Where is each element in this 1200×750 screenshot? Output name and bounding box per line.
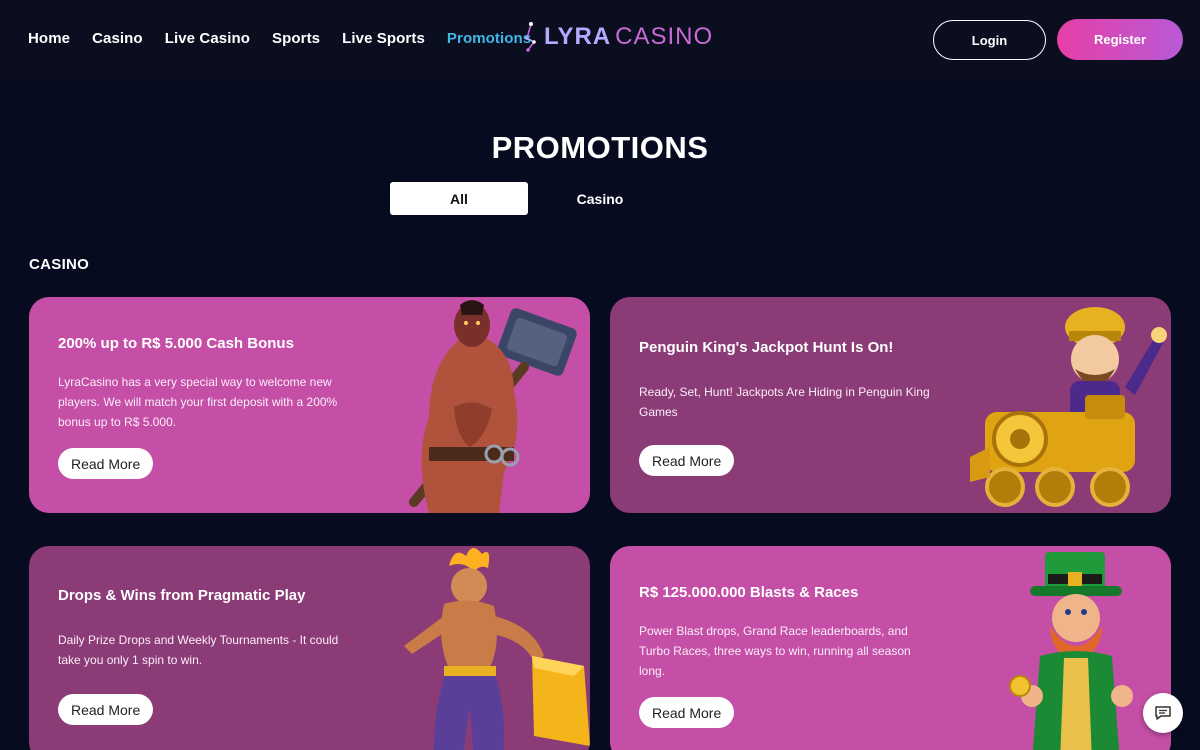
nav-live-casino[interactable]: Live Casino <box>165 30 250 47</box>
nav-sports[interactable]: Sports <box>272 30 320 47</box>
nav-casino[interactable]: Casino <box>92 30 143 47</box>
promo-card-title: 200% up to R$ 5.000 Cash Bonus <box>58 335 294 352</box>
promo-card-cash-bonus: 200% up to R$ 5.000 Cash Bonus LyraCasin… <box>29 297 590 513</box>
promo-card-description: Ready, Set, Hunt! Jackpots Are Hiding in… <box>639 385 930 419</box>
promo-card-description: Power Blast drops, Grand Race leaderboar… <box>639 624 911 678</box>
read-more-button[interactable]: Read More <box>639 445 735 476</box>
fire-genie-illustration <box>404 547 590 750</box>
read-more-button[interactable]: Read More <box>58 448 154 479</box>
promo-card-drops-wins: Drops & Wins from Pragmatic Play Daily P… <box>29 546 590 750</box>
site-logo[interactable]: LYRA CASINO <box>522 22 713 52</box>
read-more-button[interactable]: Read More <box>639 697 735 728</box>
promo-card-description: LyraCasino has a very special way to wel… <box>58 375 338 429</box>
login-button[interactable]: Login <box>933 20 1046 60</box>
tab-casino[interactable]: Casino <box>531 182 669 215</box>
section-heading-casino: CASINO <box>29 256 90 273</box>
logo-text-lyra: LYRA <box>544 23 612 50</box>
logo-text-casino: CASINO <box>615 23 714 50</box>
nav-promotions[interactable]: Promotions <box>447 30 531 47</box>
promo-card-title: R$ 125.000.000 Blasts & Races <box>639 584 859 601</box>
main-nav: Home Casino Live Casino Sports Live Spor… <box>28 30 553 47</box>
nav-home[interactable]: Home <box>28 30 70 47</box>
read-more-button[interactable]: Read More <box>58 694 154 725</box>
chat-button[interactable] <box>1143 693 1183 733</box>
chat-icon <box>1155 706 1171 720</box>
promo-card-penguin-king: Penguin King's Jackpot Hunt Is On! Ready… <box>610 297 1171 513</box>
constellation-icon <box>525 22 536 52</box>
promo-card-description: Daily Prize Drops and Weekly Tournaments… <box>58 633 339 667</box>
tab-all[interactable]: All <box>390 182 528 215</box>
promo-card-title: Drops & Wins from Pragmatic Play <box>58 587 306 604</box>
promo-card-blasts-races: R$ 125.000.000 Blasts & Races Power Blas… <box>610 546 1171 750</box>
promo-card-title: Penguin King's Jackpot Hunt Is On! <box>639 339 894 356</box>
nav-live-sports[interactable]: Live Sports <box>342 30 425 47</box>
warrior-hammer-illustration <box>409 300 577 513</box>
register-button[interactable]: Register <box>1057 19 1183 60</box>
gold-train-conductor-illustration <box>970 307 1167 507</box>
site-header: Home Casino Live Casino Sports Live Spor… <box>0 0 1200 80</box>
page-title: PROMOTIONS <box>491 130 709 165</box>
